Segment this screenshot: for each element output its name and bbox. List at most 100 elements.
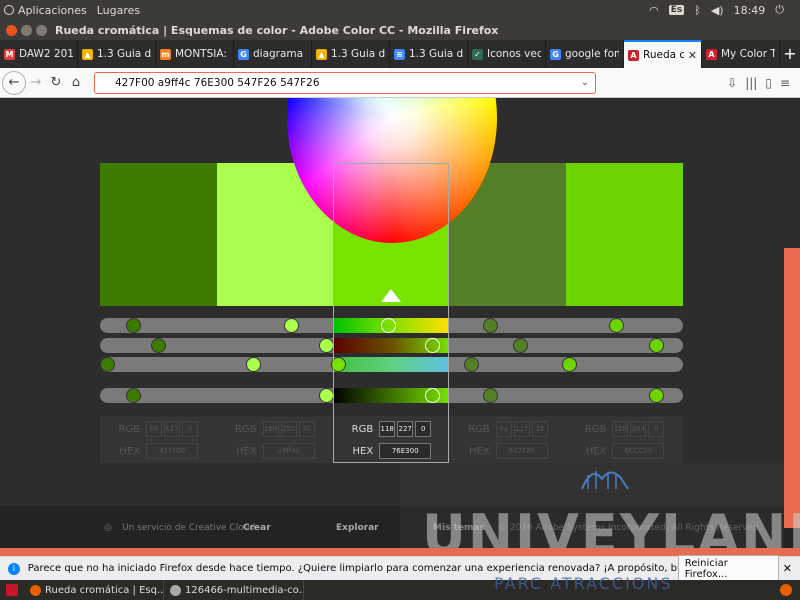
slider-saturation[interactable] [100,338,683,353]
slider-hue[interactable] [100,318,683,333]
library-icon[interactable]: ||| [745,76,757,90]
new-tab-button[interactable]: + [780,40,800,68]
slider-knob-3[interactable] [425,338,440,353]
taskbar-item-2[interactable]: 126466-multimedia-co... [164,580,304,600]
color-swatch-1[interactable] [100,163,217,306]
hex-value-field[interactable]: 427F00 [146,443,198,459]
color-wheel[interactable] [287,98,497,243]
window-maximize-button[interactable] [36,24,47,36]
rgb-value-field[interactable]: 0 [648,421,665,437]
slider-knob-4[interactable] [464,357,479,372]
volume-icon[interactable]: ◀) [711,4,724,17]
slider-brightness[interactable] [100,388,683,403]
footer-explore-link[interactable]: Explorar [336,523,379,533]
chevron-down-icon[interactable]: ⌄ [581,77,589,88]
rgb-value-field[interactable]: 0 [415,421,432,437]
refresh-firefox-button[interactable]: Reiniciar Firefox... [677,554,779,583]
slider-knob-4[interactable] [483,388,498,403]
hex-value-field[interactable]: 6CCC00 [612,443,665,459]
rgb-value-field[interactable]: 127 [513,421,530,437]
url-text[interactable]: 427F00 a9ff4c 76E300 547F26 547F26 [115,77,320,89]
footer-service[interactable]: Un servicio de Creative Cloud [122,523,255,533]
bluetooth-icon[interactable]: ᛒ [694,4,701,17]
color-swatch-5[interactable] [566,163,683,306]
reload-button[interactable]: ↻ [46,72,66,94]
tab-6[interactable]: ≡ 1.3 Guia d'est [390,40,468,68]
download-icon[interactable]: ⇩ [727,76,737,90]
power-icon[interactable]: ⏻ [775,3,784,17]
tab-10[interactable]: A My Color The [702,40,780,68]
taskbar-item-1[interactable]: Rueda cromática | Esq... [24,580,164,600]
rgb-value-field[interactable]: 204 [630,421,647,437]
window-minimize-button[interactable] [21,24,32,36]
rgb-value-field[interactable]: 227 [397,421,414,437]
window-close-button[interactable] [6,24,17,36]
slider-knob-1[interactable] [100,357,115,372]
rgb-value-field[interactable]: 118 [379,421,396,437]
wifi-icon[interactable]: ◠ [649,4,659,17]
slider-knob-3[interactable] [425,388,440,403]
slider-knob-5[interactable] [649,338,664,353]
slider-knob-1[interactable] [126,318,141,333]
watermark-title: UNIVEYLANDIA [422,503,800,548]
slider-knob-2[interactable] [246,357,261,372]
tab-2[interactable]: ▲ 1.3 Guia d'est [78,40,156,68]
rgb-value-field[interactable]: 66 [146,421,162,437]
rgb-label: RGB [235,423,257,435]
slider-knob-1[interactable] [126,388,141,403]
system-top-panel: Aplicaciones Lugares ◠ Es ᛒ ◀) 18:49 ⏻ [0,0,800,20]
tab-3[interactable]: m MONTSIÀ: De [156,40,234,68]
sidebar-icon[interactable]: ▯ [765,76,772,90]
slider-knob-2[interactable] [319,338,334,353]
tab-4[interactable]: Gdiagrama de [234,40,312,68]
slider-knob-4[interactable] [483,318,498,333]
rgb-value-field[interactable]: 127 [164,421,180,437]
keyboard-layout-indicator[interactable]: Es [668,5,685,15]
color-values-column-4: RGB 84 127 38 HEX 547F26 [450,416,566,463]
tab-5[interactable]: ▲ 1.3 Guia d'est [312,40,390,68]
show-desktop-icon[interactable] [6,584,18,596]
tab-8[interactable]: Ggoogle fonts [546,40,624,68]
slider-knob-1[interactable] [151,338,166,353]
menu-icon[interactable]: ≡ [780,76,790,90]
tab-label: diagrama de [253,48,307,60]
taskbar-app-icon [30,584,41,596]
clock[interactable]: 18:49 [734,4,766,17]
footer-create-link[interactable]: Crear [243,523,271,533]
tab-7[interactable]: ✓ Iconos vector [468,40,546,68]
rgb-value-field[interactable]: 38 [531,421,548,437]
tab-close-icon[interactable]: ✕ [688,49,697,62]
slider-knob-5[interactable] [609,318,624,333]
taskbar: Rueda cromática | Esq... 126466-multimedi… [0,580,800,600]
forward-button[interactable]: → [26,72,46,94]
tab-favicon-icon: M [4,48,15,60]
slider-knob-3[interactable] [381,318,396,333]
applications-menu[interactable]: Aplicaciones [18,4,87,17]
slider-knob-2[interactable] [319,388,334,403]
creative-cloud-icon: ◎ [104,523,112,533]
url-bar[interactable]: 427F00 a9ff4c 76E300 547F26 547F26 ⌄ [94,71,596,94]
rgb-value-field[interactable]: 84 [495,421,512,437]
slider-knob-4[interactable] [513,338,528,353]
hex-value-field[interactable]: 547F26 [495,443,548,459]
close-icon[interactable]: ✕ [783,562,792,575]
rgb-value-field[interactable]: 255 [280,421,297,437]
home-button[interactable]: ⌂ [66,72,86,94]
firefox-tray-icon[interactable] [780,584,792,596]
rgb-value-field[interactable]: 169 [262,421,279,437]
color-values-panel: RGB 66 127 0 HEX 427F00 RGB 169 255 76 HEX a9ff4c RG… [100,416,683,463]
hex-value-field[interactable]: 76E300 [379,443,432,459]
slider-knob-3[interactable] [331,357,346,372]
tab-1[interactable]: M DAW2 2018-2 [0,40,78,68]
places-menu[interactable]: Lugares [97,4,140,17]
rgb-value-field[interactable]: 108 [612,421,629,437]
rgb-value-field[interactable]: 76 [298,421,315,437]
hex-value-field[interactable]: a9ff4c [262,443,315,459]
rgb-value-field[interactable]: 0 [182,421,198,437]
slider-lightness[interactable] [100,357,683,372]
slider-knob-2[interactable] [284,318,299,333]
slider-knob-5[interactable] [562,357,577,372]
back-button[interactable]: ← [2,70,26,95]
tab-9[interactable]: A Rueda crom ✕ [624,40,702,68]
slider-knob-5[interactable] [649,388,664,403]
